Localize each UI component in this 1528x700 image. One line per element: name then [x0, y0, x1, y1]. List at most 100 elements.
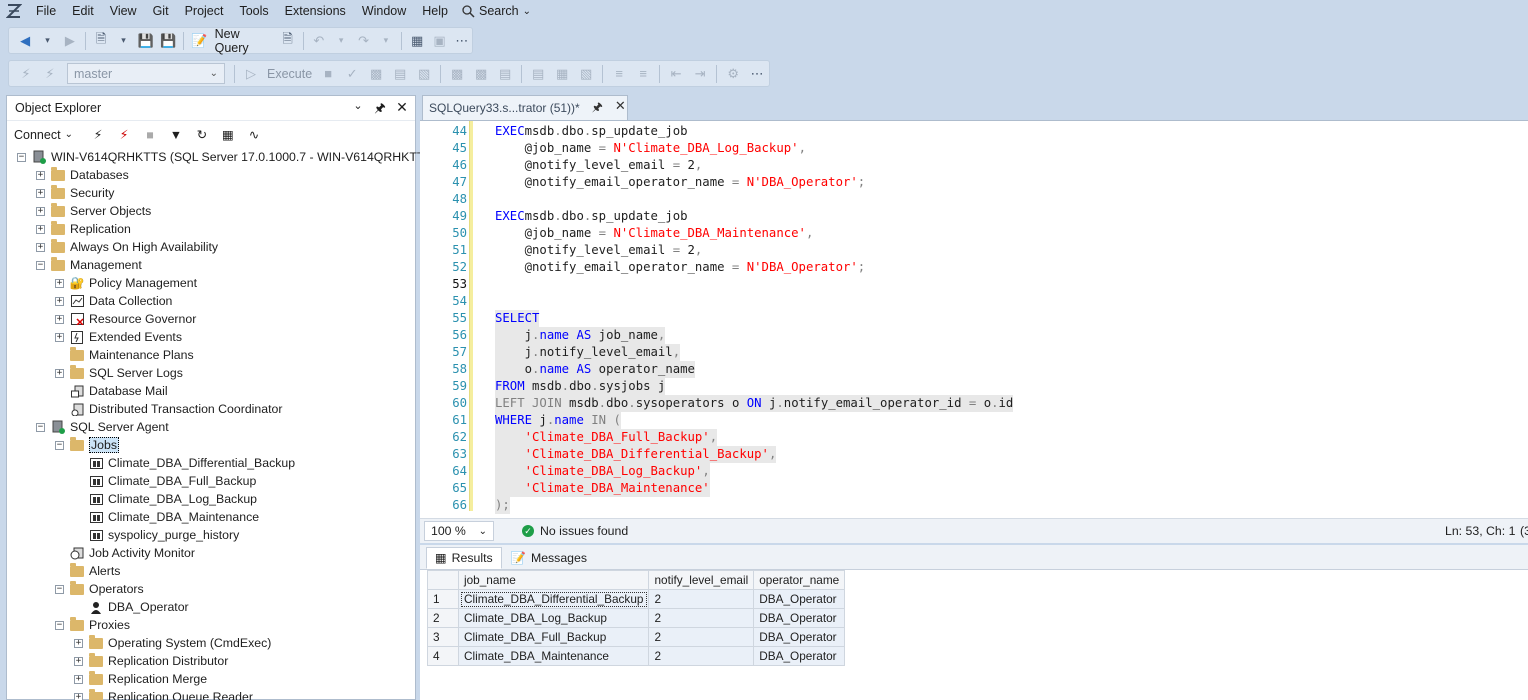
zoom-select[interactable]: 100 % ⌄ — [424, 521, 494, 541]
expand-icon[interactable]: + — [36, 188, 45, 198]
row-number[interactable]: 3 — [427, 627, 459, 647]
chevron-down-icon[interactable]: ▾ — [37, 31, 57, 51]
menu-help[interactable]: Help — [414, 0, 456, 22]
grid-corner[interactable] — [427, 570, 459, 590]
tree-item-extended-events[interactable]: + Extended Events — [55, 328, 182, 346]
back-icon[interactable]: ◀ — [15, 31, 35, 51]
increase-indent-icon[interactable]: ⇥ — [689, 64, 711, 84]
tree-item-security[interactable]: + Security — [36, 184, 114, 202]
expand-icon[interactable]: + — [74, 638, 83, 648]
column-header-job-name[interactable]: job_name — [457, 570, 650, 590]
database-select[interactable]: master ⌄ — [67, 63, 225, 84]
collapse-icon[interactable]: − — [17, 152, 26, 162]
table-row[interactable]: 2 Climate_DBA_Log_Backup 2 DBA_Operator — [427, 608, 846, 628]
tab-sqlquery33[interactable]: SQLQuery33.s...trator (51))* 🖈 ✕ — [422, 95, 628, 120]
table-row[interactable]: 4 Climate_DBA_Maintenance 2 DBA_Operator — [427, 646, 846, 666]
table-cell[interactable]: Climate_DBA_Maintenance — [457, 646, 650, 666]
row-number[interactable]: 1 — [427, 589, 459, 609]
collapse-icon[interactable]: − — [36, 422, 45, 432]
tab-messages[interactable]: 📝 Messages — [502, 547, 596, 569]
table-row[interactable]: 3 Climate_DBA_Full_Backup 2 DBA_Operator — [427, 627, 846, 647]
uncomment-icon[interactable]: ≡ — [632, 64, 654, 84]
tree-item-always-on-high-availability[interactable]: + Always On High Availability — [36, 238, 218, 256]
menu-window[interactable]: Window — [354, 0, 414, 22]
expand-icon[interactable]: + — [74, 692, 83, 700]
chevron-down-icon[interactable]: ⌄ — [349, 99, 367, 120]
tree-item-operating-system-cmdexec[interactable]: + Operating System (CmdExec) — [74, 634, 271, 652]
expand-icon[interactable]: + — [55, 368, 64, 378]
close-icon[interactable]: ✕ — [615, 98, 626, 119]
chevron-down-icon[interactable]: ▾ — [376, 31, 396, 51]
results-file-icon[interactable]: ▧ — [575, 64, 597, 84]
close-icon[interactable]: ✕ — [393, 99, 411, 120]
undo-icon[interactable]: ↶ — [309, 31, 329, 51]
row-number[interactable]: 4 — [427, 646, 459, 666]
refresh-icon[interactable]: ↻ — [191, 127, 213, 142]
expand-icon[interactable]: + — [55, 278, 64, 288]
tree-item-operators[interactable]: − Operators — [55, 580, 144, 598]
stop-icon[interactable]: ■ — [139, 128, 161, 142]
collapse-icon[interactable]: − — [55, 440, 64, 450]
new-file-icon[interactable]: 🗎 — [91, 31, 111, 51]
tree-item-syspolicy-purge-history[interactable]: syspolicy_purge_history — [74, 526, 239, 544]
save-icon[interactable]: 💾 — [136, 31, 156, 51]
estimated-plan-icon[interactable]: ▩ — [365, 64, 387, 84]
table-cell[interactable]: DBA_Operator — [753, 646, 846, 666]
tree-item-replication[interactable]: + Replication — [36, 220, 131, 238]
chevron-down-icon[interactable]: ▾ — [331, 31, 351, 51]
forward-icon[interactable]: ▶ — [60, 31, 80, 51]
issues-indicator[interactable]: ✓ No issues found — [522, 524, 628, 538]
expand-icon[interactable]: + — [74, 674, 83, 684]
query-options-icon[interactable]: 🗎 — [277, 31, 297, 51]
menu-file[interactable]: File — [28, 0, 64, 22]
live-stats-icon[interactable]: ▩ — [470, 64, 492, 84]
query-editor[interactable]: 44 EXECmsdb.dbo.sp_update_job 45 @job_name… — [420, 120, 1528, 518]
column-header-notify-level-email[interactable]: notify_level_email — [648, 570, 755, 590]
stop-icon[interactable]: ■ — [317, 64, 339, 84]
table-cell[interactable]: 2 — [648, 646, 755, 666]
expand-icon[interactable]: + — [55, 332, 64, 342]
menu-search[interactable]: Search ⌄ — [456, 4, 537, 18]
expand-icon[interactable]: + — [55, 314, 64, 324]
tree-item-maintenance-plans[interactable]: Maintenance Plans — [55, 346, 194, 364]
chevron-down-icon[interactable]: ⌄ — [65, 129, 73, 140]
more-icon[interactable]: ⋯ — [452, 31, 472, 51]
waveform-icon[interactable]: ∿ — [243, 127, 265, 142]
results-text-icon[interactable]: ▤ — [527, 64, 549, 84]
expand-icon[interactable]: + — [36, 170, 45, 180]
collapse-icon[interactable]: − — [55, 620, 64, 630]
execute-button[interactable]: Execute — [264, 67, 315, 81]
expand-icon[interactable]: + — [55, 296, 64, 306]
tree-item-proxies[interactable]: − Proxies — [55, 616, 130, 634]
table-cell[interactable]: Climate_DBA_Log_Backup — [457, 608, 650, 628]
window-icon[interactable]: ▣ — [429, 31, 449, 51]
menu-project[interactable]: Project — [177, 0, 232, 22]
tree-item-policy-management[interactable]: + 🔐 Policy Management — [55, 274, 197, 292]
redo-icon[interactable]: ↷ — [353, 31, 373, 51]
collapse-icon[interactable]: − — [36, 260, 45, 270]
menu-tools[interactable]: Tools — [231, 0, 276, 22]
table-cell[interactable]: DBA_Operator — [753, 608, 846, 628]
new-query-icon[interactable]: 📝 — [189, 31, 209, 51]
tree-item-climate-dba-differential-backup[interactable]: Climate_DBA_Differential_Backup — [74, 454, 295, 472]
tree-item-climate-dba-maintenance[interactable]: Climate_DBA_Maintenance — [74, 508, 259, 526]
tree-item-alerts[interactable]: Alerts — [55, 562, 120, 580]
expand-icon[interactable]: + — [36, 224, 45, 234]
tree-item-win-v614qrhktts-sql-server-17-0-1000-7-w[interactable]: − WIN-V614QRHKTTS (SQL Server 17.0.1000.7… — [17, 148, 451, 166]
disconnect-icon[interactable]: ⚡ — [113, 127, 135, 142]
connect-button[interactable]: Connect — [14, 128, 61, 142]
tree-item-sql-server-logs[interactable]: + SQL Server Logs — [55, 364, 183, 382]
connect-icon[interactable]: ⚡ — [15, 64, 37, 84]
expand-icon[interactable]: + — [74, 656, 83, 666]
menu-extensions[interactable]: Extensions — [277, 0, 354, 22]
tree-item-sql-server-agent[interactable]: − SQL Server Agent — [36, 418, 169, 436]
tree-item-climate-dba-log-backup[interactable]: Climate_DBA_Log_Backup — [74, 490, 257, 508]
row-number[interactable]: 2 — [427, 608, 459, 628]
tree-item-climate-dba-full-backup[interactable]: Climate_DBA_Full_Backup — [74, 472, 256, 490]
tree-item-databases[interactable]: + Databases — [36, 166, 129, 184]
column-header-operator-name[interactable]: operator_name — [753, 570, 846, 590]
activity-monitor-icon[interactable]: ▦ — [217, 127, 239, 142]
tree-item-replication-distributor[interactable]: + Replication Distributor — [74, 652, 228, 670]
connect-icon[interactable]: ⚡ — [87, 127, 109, 142]
results-grid-icon[interactable]: ▦ — [551, 64, 573, 84]
